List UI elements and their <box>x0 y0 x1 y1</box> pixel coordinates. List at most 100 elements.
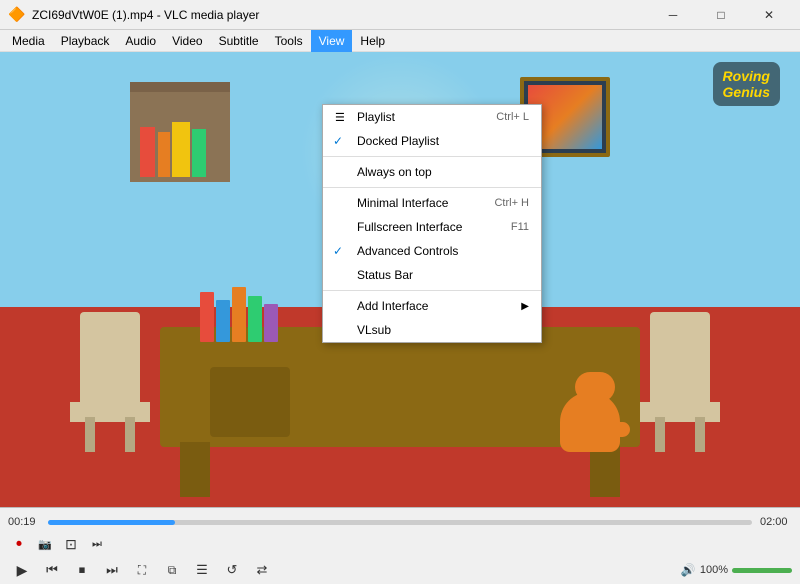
record-button[interactable]: ⏺ <box>8 534 30 554</box>
menu-item-audio[interactable]: Audio <box>117 30 164 52</box>
menu-status-bar[interactable]: Status Bar <box>323 263 541 287</box>
time-elapsed: 00:19 <box>8 516 40 528</box>
vlsub-label: VLsub <box>357 323 391 337</box>
menu-advanced-controls[interactable]: ✓ Advanced Controls <box>323 239 541 263</box>
advanced-controls-label: Advanced Controls <box>357 244 458 258</box>
fullscreen-interface-label: Fullscreen Interface <box>357 220 462 234</box>
chair-right-leg2 <box>695 417 705 452</box>
menu-bar: Media Playback Audio Video Subtitle Tool… <box>0 30 800 52</box>
desk-books <box>200 287 278 342</box>
menu-item-video[interactable]: Video <box>164 30 210 52</box>
volume-icon[interactable]: 🔊 <box>681 563 696 577</box>
title-bar: 🔶 ZCI69dVtW0E (1).mp4 - VLC media player… <box>0 0 800 30</box>
next-button[interactable]: ⏭ <box>98 558 126 582</box>
desk-book-2 <box>216 300 230 342</box>
chair-left-seat <box>70 402 150 422</box>
snapshot-button[interactable]: 📷 <box>34 534 56 554</box>
desk-leg-left <box>180 442 210 497</box>
chair-right-back <box>650 312 710 412</box>
prev-button[interactable]: ⏮ <box>38 558 66 582</box>
main-controls-row: ▶ ⏮ ⏹ ⏭ ⛶ ⧉ ☰ ↺ ⇄ 🔊 100% <box>0 556 800 584</box>
desk-book-1 <box>200 292 214 342</box>
volume-section: 🔊 100% <box>681 563 792 577</box>
separator-2 <box>323 187 541 188</box>
view-dropdown-menu: ☰ Playlist Ctrl+ L ✓ Docked Playlist Alw… <box>322 104 542 343</box>
extra-controls-row: ⏺ 📷 ⊡ ⏭ <box>0 532 800 556</box>
add-interface-label: Add Interface <box>357 299 428 313</box>
frame-next-button[interactable]: ⏭ <box>86 534 108 554</box>
advanced-controls-check: ✓ <box>333 244 343 258</box>
roving-genius-logo: Roving Genius <box>713 62 780 106</box>
docked-playlist-check: ✓ <box>333 134 343 148</box>
fullscreen-interface-shortcut: F11 <box>511 221 529 233</box>
menu-item-media[interactable]: Media <box>4 30 53 52</box>
book-2 <box>158 132 170 177</box>
desk-drawer <box>210 367 290 437</box>
volume-bar-fill <box>732 568 792 573</box>
minimal-interface-label: Minimal Interface <box>357 196 448 210</box>
stop-button[interactable]: ⏹ <box>68 558 96 582</box>
playlist-shortcut: Ctrl+ L <box>496 111 529 123</box>
chair-left-leg1 <box>85 417 95 452</box>
volume-bar[interactable] <box>732 568 792 573</box>
separator-1 <box>323 156 541 157</box>
book-1 <box>140 127 155 177</box>
status-bar-label: Status Bar <box>357 268 413 282</box>
docked-playlist-label: Docked Playlist <box>357 134 439 148</box>
menu-vlsub[interactable]: VLsub <box>323 318 541 342</box>
random-button[interactable]: ⇄ <box>248 558 276 582</box>
chair-left-back <box>80 312 140 412</box>
time-total: 02:00 <box>760 516 792 528</box>
close-button[interactable]: ✕ <box>746 0 792 30</box>
chair-left-leg2 <box>125 417 135 452</box>
maximize-button[interactable]: □ <box>698 0 744 30</box>
menu-item-tools[interactable]: Tools <box>267 30 311 52</box>
menu-always-on-top[interactable]: Always on top <box>323 160 541 184</box>
desk-book-4 <box>248 296 262 342</box>
controls-bar: 00:19 02:00 ⏺ 📷 ⊡ ⏭ ▶ ⏮ ⏹ ⏭ ⛶ ⧉ ☰ ↺ ⇄ 🔊 … <box>0 507 800 584</box>
menu-item-view[interactable]: View <box>311 30 353 52</box>
menu-item-help[interactable]: Help <box>352 30 393 52</box>
chair-left <box>60 312 160 452</box>
progress-bar[interactable] <box>48 520 752 525</box>
menu-minimal-interface[interactable]: Minimal Interface Ctrl+ H <box>323 191 541 215</box>
fullscreen-button[interactable]: ⛶ <box>128 558 156 582</box>
menu-fullscreen-interface[interactable]: Fullscreen Interface F11 <box>323 215 541 239</box>
loop-ab-button[interactable]: ⊡ <box>60 534 82 554</box>
always-on-top-label: Always on top <box>357 165 432 179</box>
dino-tail <box>605 422 630 437</box>
bookshelf <box>130 82 230 182</box>
playlist-label: Playlist <box>357 110 395 124</box>
window-title: ZCI69dVtW0E (1).mp4 - VLC media player <box>32 8 650 22</box>
ext-settings-button[interactable]: ⧉ <box>158 558 186 582</box>
menu-playlist[interactable]: ☰ Playlist Ctrl+ L <box>323 105 541 129</box>
menu-item-playback[interactable]: Playback <box>53 30 118 52</box>
app-icon: 🔶 <box>8 6 26 24</box>
video-area: Roving Genius ☰ Playlist Ctrl+ L ✓ Docke… <box>0 52 800 507</box>
desk-book-3 <box>232 287 246 342</box>
menu-add-interface[interactable]: Add Interface ▶ <box>323 294 541 318</box>
volume-label: 100% <box>700 564 728 576</box>
dinosaur <box>550 352 630 452</box>
desk-book-5 <box>264 304 278 342</box>
book-4 <box>192 129 206 177</box>
minimize-button[interactable]: ─ <box>650 0 696 30</box>
menu-item-subtitle[interactable]: Subtitle <box>211 30 267 52</box>
play-button[interactable]: ▶ <box>8 558 36 582</box>
chair-right-seat <box>640 402 720 422</box>
menu-docked-playlist[interactable]: ✓ Docked Playlist <box>323 129 541 153</box>
show-playlist-button[interactable]: ☰ <box>188 558 216 582</box>
chair-right-leg1 <box>655 417 665 452</box>
loop-button[interactable]: ↺ <box>218 558 246 582</box>
progress-bar-fill <box>48 520 175 525</box>
progress-section: 00:19 02:00 <box>0 508 800 532</box>
dino-head <box>575 372 615 402</box>
window-controls: ─ □ ✕ <box>650 0 792 30</box>
bookshelf-top <box>130 82 230 92</box>
chair-right <box>630 312 730 452</box>
book-3 <box>172 122 190 177</box>
add-interface-arrow: ▶ <box>521 301 529 312</box>
separator-3 <box>323 290 541 291</box>
playlist-icon: ☰ <box>335 111 345 124</box>
minimal-interface-shortcut: Ctrl+ H <box>494 197 529 209</box>
